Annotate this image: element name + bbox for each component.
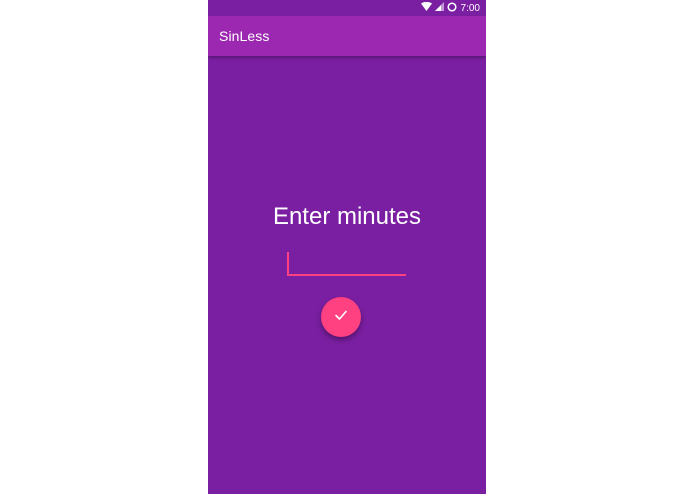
signal-icon <box>434 2 444 14</box>
text-cursor <box>287 252 289 274</box>
app-title: SinLess <box>219 28 270 44</box>
enter-minutes-label: Enter minutes <box>272 203 422 230</box>
battery-icon <box>446 1 457 15</box>
wifi-icon <box>420 1 432 14</box>
status-time: 7:00 <box>460 2 480 14</box>
status-bar: 7:00 <box>208 0 486 16</box>
app-screen: 7:00 SinLess Enter minutes <box>208 0 486 494</box>
check-icon <box>334 308 348 327</box>
minutes-input[interactable] <box>287 250 406 276</box>
submit-button[interactable] <box>321 297 361 337</box>
app-bar: SinLess <box>208 16 486 56</box>
